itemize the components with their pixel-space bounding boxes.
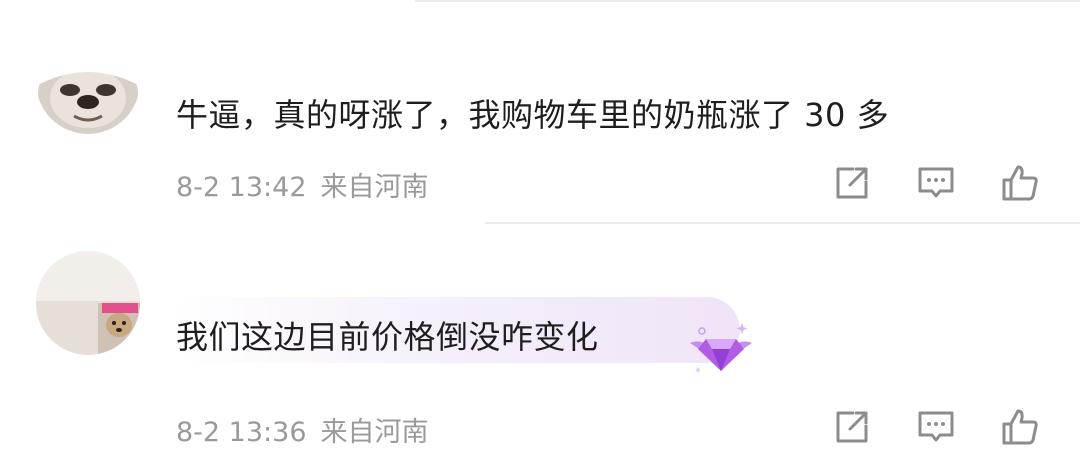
avatar[interactable] [36,30,140,134]
like-button[interactable] [1000,163,1040,203]
comment-item: 牛逼，真的呀涨了，我购物车里的奶瓶涨了 30 多 8-2 13:42 来自河南 [0,0,1080,222]
reply-button[interactable] [916,407,956,447]
comment-meta: 8-2 13:36 来自河南 [176,410,429,449]
comment-date: 8-2 13:36 [176,417,307,448]
comment-item: 我们这边目前价格倒没咋变化 8-2 13:36 来自河南 [0,224,1080,464]
comment-meta: 8-2 13:42 来自河南 [176,165,429,204]
purple-diamond-badge-icon [686,321,756,377]
comment-text: 牛逼，真的呀涨了，我购物车里的奶瓶涨了 30 多 [176,96,890,134]
comment-date: 8-2 13:42 [176,172,307,203]
reply-icon [918,411,954,442]
comment-text: 我们这边目前价格倒没咋变化 [176,318,599,356]
reply-icon [918,167,954,198]
share-icon [836,167,868,199]
avatar[interactable] [36,251,140,355]
share-button[interactable] [832,163,872,203]
comment-list: 牛逼，真的呀涨了，我购物车里的奶瓶涨了 30 多 8-2 13:42 来自河南 [0,0,1080,464]
comment-location: 来自河南 [320,172,429,203]
thumbs-up-icon [1002,165,1038,201]
comment-location: 来自河南 [320,417,429,448]
like-button[interactable] [1000,407,1040,447]
share-button[interactable] [832,407,872,447]
reply-button[interactable] [916,163,956,203]
share-icon [836,411,868,443]
thumbs-up-icon [1002,409,1038,445]
